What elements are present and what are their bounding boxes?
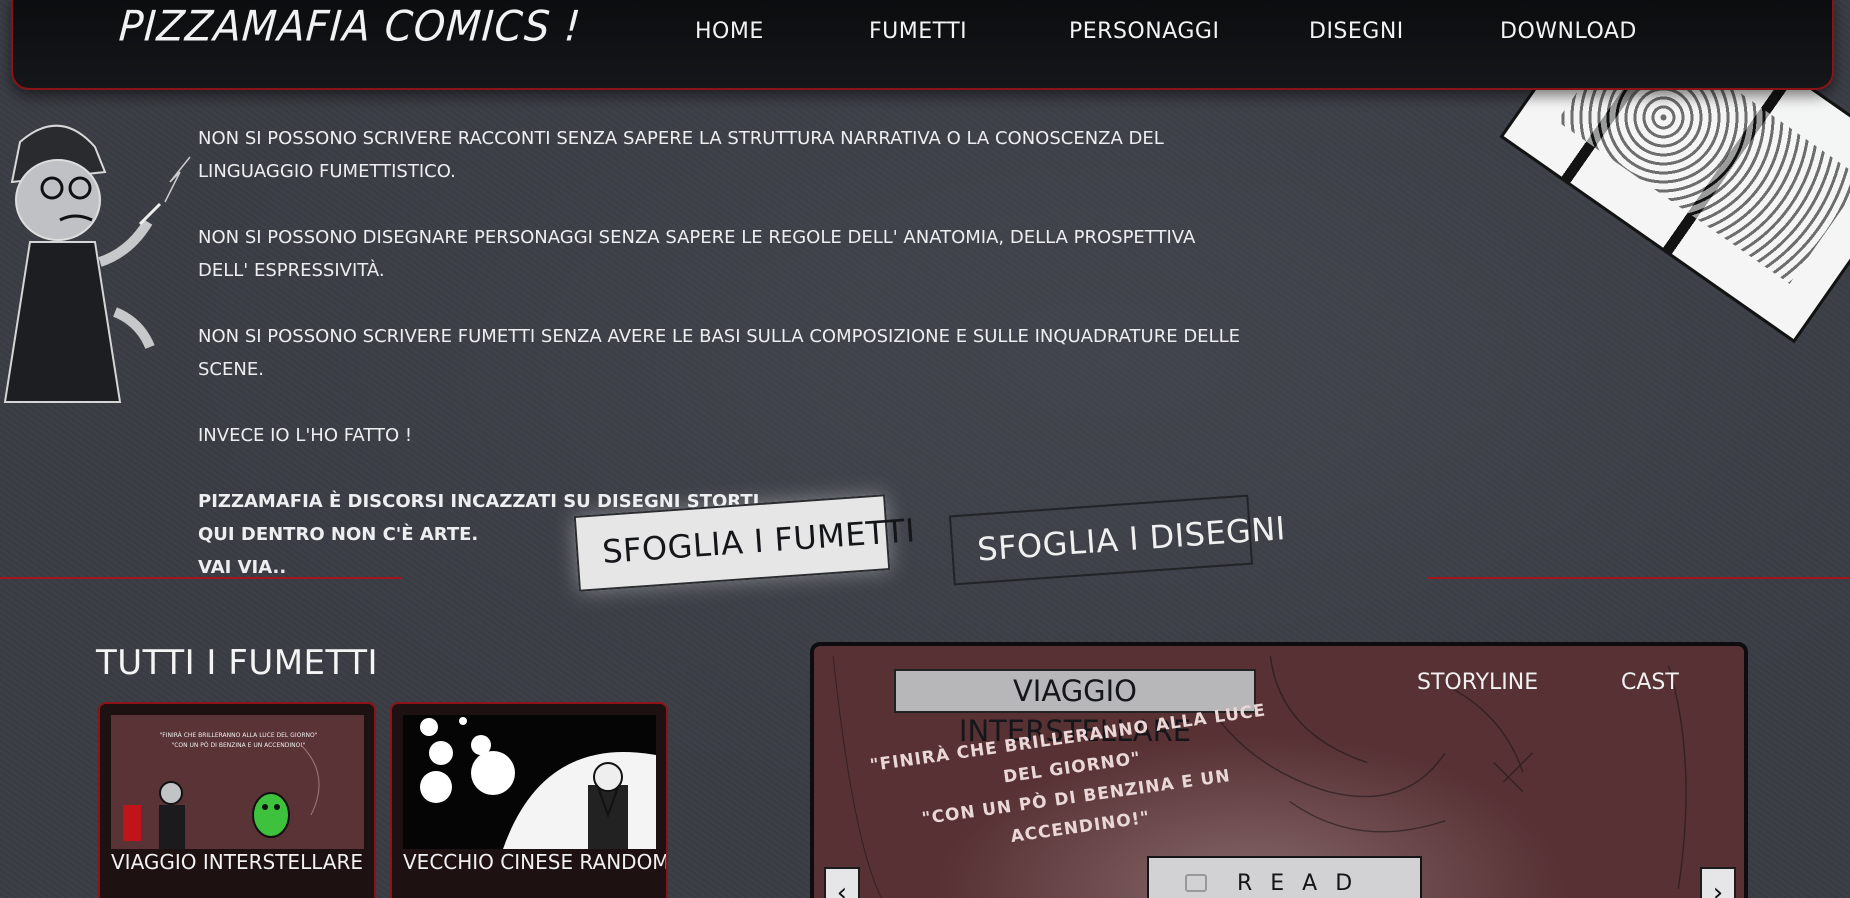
site-logo[interactable]: PIZZAMAFIA COMICS ! xyxy=(117,3,583,51)
thumb-illustration xyxy=(123,744,320,849)
top-navbar: PIZZAMAFIA COMICS ! HOME FUMETTI PERSONA… xyxy=(11,0,1834,90)
intro-paragraph-4: INVECE IO L'HO FATTO ! xyxy=(198,425,413,446)
checkbox-icon xyxy=(1185,874,1207,892)
comic-card-viaggio[interactable]: "FINIRÀ CHE BRILLERANNO ALLA LUCE DEL GI… xyxy=(98,702,376,898)
tab-storyline[interactable]: STORYLINE xyxy=(1417,670,1538,695)
comic-card-vecchio-cinese[interactable]: VECCHIO CINESE RANDOM xyxy=(390,702,668,898)
comic-card-label: VECCHIO CINESE RANDOM xyxy=(403,850,668,874)
divider-left xyxy=(0,577,402,579)
read-button[interactable]: READ xyxy=(1147,856,1422,898)
next-arrow-icon[interactable]: › xyxy=(1700,867,1736,898)
nav-personaggi[interactable]: PERSONAGGI xyxy=(1069,19,1219,44)
nav-download[interactable]: DOWNLOAD xyxy=(1500,19,1637,44)
thumb-illustration xyxy=(420,717,656,849)
featured-comic-panel: VIAGGIO INTERSTELLARE STORYLINE CAST "FI… xyxy=(810,642,1748,898)
divider-right xyxy=(1428,577,1850,579)
section-title: TUTTI I FUMETTI xyxy=(96,643,378,683)
author-caricature xyxy=(3,124,191,403)
nav-fumetti[interactable]: FUMETTI xyxy=(869,19,967,44)
intro-paragraph-2: NON SI POSSONO DISEGNARE PERSONAGGI SENZ… xyxy=(198,227,1196,281)
intro-paragraph-3: NON SI POSSONO SCRIVERE FUMETTI SENZA AV… xyxy=(198,326,1240,380)
prev-arrow-icon[interactable]: ‹ xyxy=(824,867,860,898)
comic-card-label: VIAGGIO INTERSTELLARE xyxy=(111,850,364,874)
nav-disegni[interactable]: DISEGNI xyxy=(1309,19,1404,44)
comic-thumbnail xyxy=(403,715,656,849)
read-button-label: READ xyxy=(1237,871,1371,896)
intro-paragraph-1: NON SI POSSONO SCRIVERE RACCONTI SENZA S… xyxy=(198,128,1164,182)
tab-cast[interactable]: CAST xyxy=(1621,670,1679,695)
nav-home[interactable]: HOME xyxy=(695,19,764,44)
comic-thumbnail: "FINIRÀ CHE BRILLERANNO ALLA LUCE DEL GI… xyxy=(111,715,364,849)
